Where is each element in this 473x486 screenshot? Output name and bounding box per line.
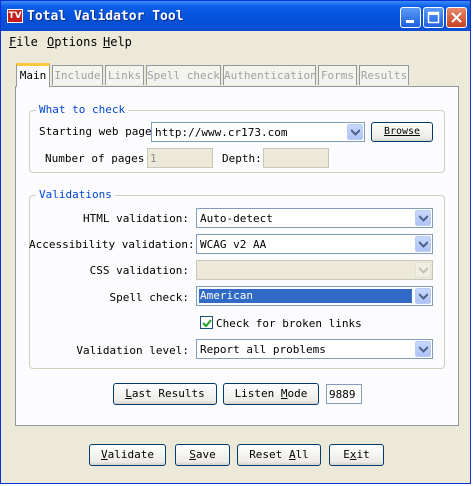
- validate-button[interactable]: Validate: [89, 444, 166, 466]
- listen-mode-button[interactable]: Listen Mode: [223, 383, 319, 405]
- chevron-down-icon[interactable]: [415, 210, 431, 226]
- spell-check-value: American: [199, 289, 412, 303]
- tab-results[interactable]: Results: [359, 65, 409, 85]
- reset-all-button[interactable]: Reset All: [237, 444, 321, 466]
- what-to-check-title: What to check: [36, 103, 129, 116]
- css-validation-label: CSS validation:: [89, 264, 189, 277]
- close-button[interactable]: [446, 7, 467, 28]
- window-title: Total Validator Tool: [27, 9, 184, 24]
- spell-check-label: Spell check:: [109, 291, 189, 304]
- menu-options[interactable]: Options: [47, 35, 98, 49]
- html-validation-value: Auto-detect: [200, 212, 273, 225]
- port-value: 9889: [329, 388, 356, 401]
- pages-field[interactable]: 1: [147, 148, 213, 168]
- starting-page-value: http://www.cr173.com: [155, 126, 288, 139]
- accessibility-validation-label: Accessibility validation:: [29, 238, 195, 251]
- app-icon: TV: [7, 9, 23, 23]
- last-results-button[interactable]: Last Results: [113, 383, 217, 405]
- broken-links-checkbox[interactable]: [200, 316, 213, 329]
- html-validation-combo[interactable]: Auto-detect: [196, 208, 433, 228]
- menu-bar: File Options Help: [1, 31, 470, 53]
- validation-level-combo[interactable]: Report all problems: [196, 339, 433, 359]
- pages-label: Number of pages:: [45, 152, 151, 165]
- title-bar[interactable]: TV Total Validator Tool: [1, 1, 470, 31]
- broken-links-label[interactable]: Check for broken links: [216, 317, 362, 330]
- html-validation-label: HTML validation:: [83, 212, 189, 225]
- save-button[interactable]: Save: [175, 444, 230, 466]
- starting-page-combo[interactable]: http://www.cr173.com: [151, 122, 365, 142]
- tab-main[interactable]: Main: [16, 63, 50, 87]
- depth-label: Depth:: [222, 152, 262, 165]
- validation-level-label: Validation level:: [76, 344, 189, 357]
- minimize-button[interactable]: [400, 7, 421, 28]
- menu-file[interactable]: File: [9, 35, 38, 49]
- validations-title: Validations: [36, 188, 115, 201]
- accessibility-validation-combo[interactable]: WCAG v2 AA: [196, 234, 433, 254]
- tab-spell-check[interactable]: Spell check: [146, 65, 221, 85]
- pages-value: 1: [150, 152, 157, 165]
- chevron-down-icon[interactable]: [415, 341, 431, 357]
- tab-include[interactable]: Include: [52, 65, 103, 85]
- chevron-down-icon[interactable]: [415, 262, 431, 278]
- chevron-down-icon[interactable]: [415, 236, 431, 252]
- main-tab-panel: What to check Starting web page: http://…: [15, 86, 459, 426]
- chevron-down-icon[interactable]: [347, 124, 363, 140]
- maximize-button[interactable]: [423, 7, 444, 28]
- checkmark-icon: [202, 319, 212, 328]
- depth-field[interactable]: [263, 148, 329, 168]
- spell-check-combo[interactable]: American: [196, 286, 433, 306]
- accessibility-validation-value: WCAG v2 AA: [200, 238, 267, 251]
- tab-forms[interactable]: Forms: [318, 65, 357, 85]
- chevron-down-icon[interactable]: [415, 288, 431, 304]
- tab-authentication[interactable]: Authentication: [223, 65, 317, 85]
- tab-links[interactable]: Links: [105, 65, 144, 85]
- menu-help[interactable]: Help: [103, 35, 132, 49]
- browse-button[interactable]: Browse: [371, 122, 433, 142]
- validation-level-value: Report all problems: [200, 343, 326, 356]
- starting-page-label: Starting web page:: [39, 125, 159, 138]
- exit-button[interactable]: Exit: [329, 444, 384, 466]
- minimize-icon: [406, 20, 414, 23]
- port-field[interactable]: 9889: [326, 384, 362, 404]
- css-validation-combo[interactable]: [196, 260, 433, 280]
- maximize-icon: [427, 11, 440, 24]
- close-icon: [451, 12, 462, 23]
- app-window: TV Total Validator Tool File Options Hel…: [0, 0, 471, 484]
